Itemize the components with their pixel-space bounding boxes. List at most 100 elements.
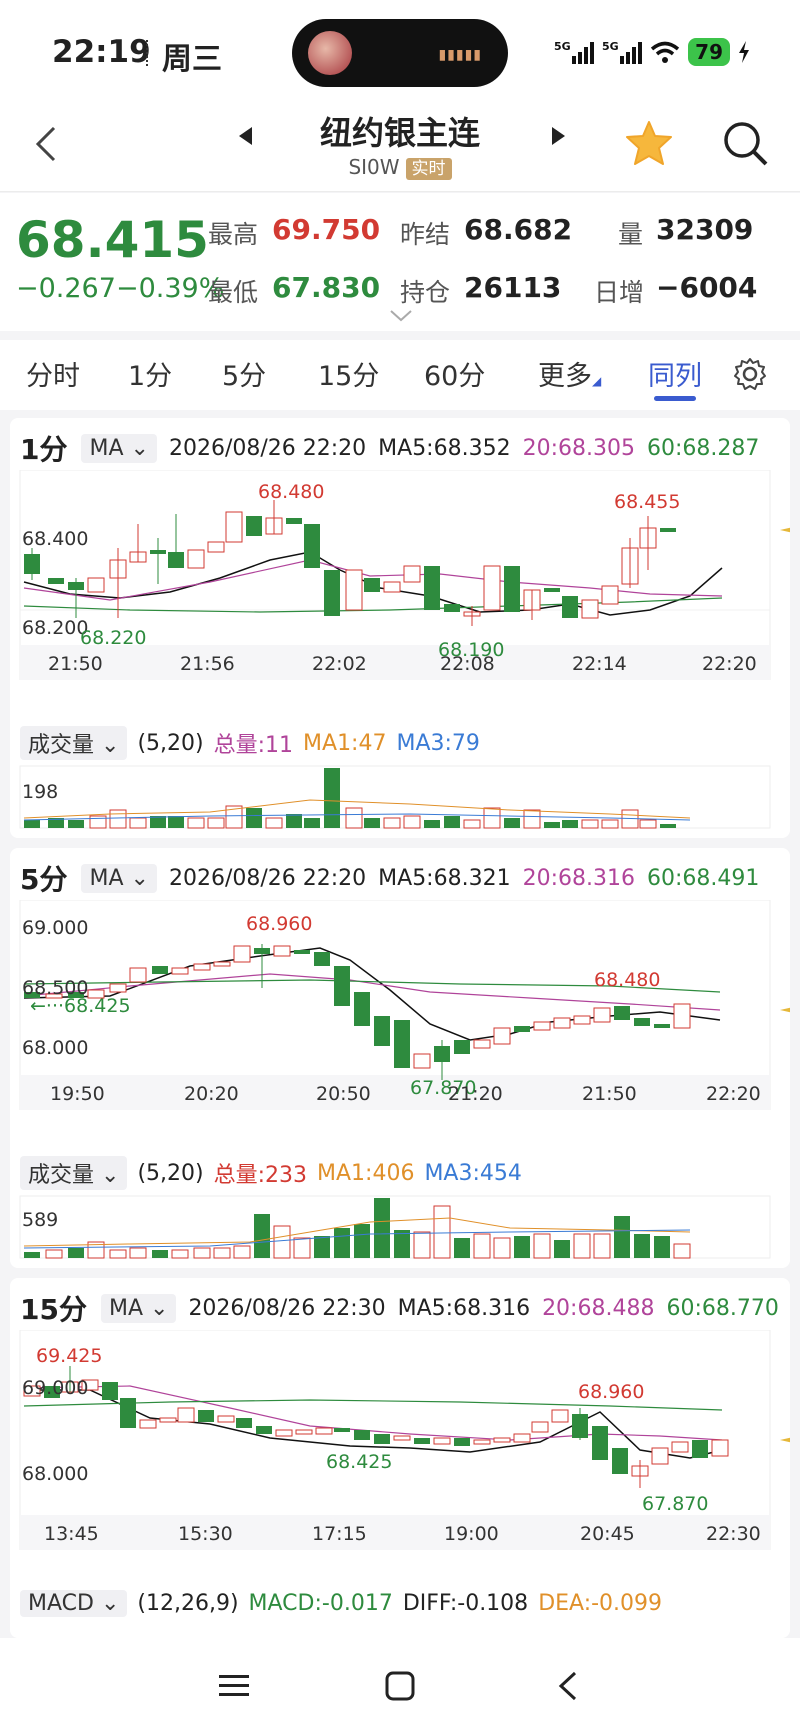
last-price: 68.415 — [16, 211, 209, 269]
tab-5min[interactable]: 5分 — [222, 354, 266, 393]
ma-dropdown[interactable]: MA ⌄ — [100, 1293, 177, 1323]
dea-value: DEA:-0.099 — [538, 1590, 663, 1616]
low-annotation-2: 67.870 — [642, 1493, 708, 1515]
charging-icon — [739, 41, 749, 63]
ma-label: MA — [89, 435, 124, 461]
chevron-down-icon: ⌄ — [101, 733, 120, 758]
chevron-down-icon: ⌄ — [130, 865, 149, 891]
x-tick: 21:56 — [180, 653, 235, 675]
page-title: 纽约银主连 — [319, 114, 480, 152]
active-tab-indicator — [654, 396, 696, 401]
macd-dropdown[interactable]: MACD ⌄ — [20, 1589, 128, 1617]
volume-dropdown[interactable]: 成交量 ⌄ — [20, 1156, 128, 1190]
ma60-value: 60:68.287 — [646, 435, 760, 461]
open-interest-label: 持仓 — [400, 278, 451, 307]
last-price-marker — [780, 527, 790, 533]
x-tick: 20:45 — [580, 1523, 635, 1545]
dynamic-island[interactable]: ▮▮▮▮▮ — [292, 19, 508, 87]
low-value: 67.830 — [272, 271, 381, 304]
ma5-value: MA5:68.321 — [378, 865, 511, 891]
tab-60min[interactable]: 60分 — [424, 354, 485, 393]
macd-label: MACD — [28, 1590, 94, 1616]
nav-back-icon[interactable] — [548, 1666, 588, 1706]
x-tick: 22:30 — [706, 1523, 761, 1545]
ma-dropdown[interactable]: MA ⌄ — [81, 433, 157, 463]
kline-chart-15min[interactable]: 69.000 68.000 69.425 68.425 68.960 67.87… — [10, 1330, 790, 1550]
ma60-value: 60:68.491 — [646, 865, 760, 891]
volume-bars — [24, 768, 676, 829]
high-value: 69.750 — [272, 213, 381, 246]
macd-params: (12,26,9) — [137, 1590, 239, 1616]
expand-chevron-icon[interactable] — [390, 307, 412, 326]
volume-header: 成交量 ⌄ (5,20) 总量:11 MA1:47 MA3:79 — [20, 726, 480, 760]
diff-value: DIFF:-0.108 — [402, 1590, 529, 1616]
volume-y-tick: 198 — [22, 781, 58, 803]
panel-title: 15分 — [20, 1293, 87, 1326]
header: 纽约银主连 SI0W 实时 — [0, 100, 800, 192]
volume-params: (5,20) — [137, 730, 204, 756]
next-arrow-icon[interactable] — [548, 122, 568, 150]
status-weekday: 周三 — [162, 42, 222, 77]
tab-15min[interactable]: 15分 — [318, 354, 379, 393]
tab-timeshare[interactable]: 分时 — [26, 354, 80, 393]
panel-header: 1分 MA ⌄ 2026/08/26 22:20 MA5:68.352 20:6… — [20, 428, 771, 468]
panel-header: 15分 MA ⌄ 2026/08/26 22:30 MA5:68.316 20:… — [20, 1288, 791, 1328]
x-tick: 21:50 — [48, 653, 103, 675]
signal-icon-2: 5G — [602, 40, 643, 64]
volume-chart-5min: 589 — [19, 1195, 771, 1259]
high-label: 最高 — [208, 220, 259, 249]
panel-title: 5分 — [20, 863, 68, 896]
low-annotation: 68.220 — [80, 627, 146, 649]
quote-summary: 68.415 −0.267 −0.39% 最高 69.750 最低 67.830… — [0, 193, 800, 331]
search-icon[interactable] — [720, 118, 770, 168]
x-tick: 21:50 — [582, 1083, 637, 1105]
price-change: −0.267 — [16, 273, 116, 304]
daily-increase-value: −6004 — [656, 271, 758, 304]
volume-ma1: MA1:47 — [303, 730, 387, 756]
island-avatar — [308, 31, 352, 75]
panel-datetime: 2026/08/26 22:20 — [168, 435, 367, 461]
low-label: 最低 — [208, 278, 259, 307]
period-tabs: 分时 1分 5分 15分 60分 更多◢ 同列 — [0, 340, 800, 410]
ma60-value: 60:68.770 — [666, 1295, 779, 1321]
y-tick: 68.000 — [22, 1463, 88, 1485]
wifi-icon — [651, 41, 680, 63]
home-icon[interactable] — [380, 1666, 420, 1706]
x-tick: 22:14 — [572, 653, 627, 675]
macd-value: MACD:-0.017 — [248, 1590, 393, 1616]
x-tick: 15:30 — [178, 1523, 233, 1545]
gear-icon[interactable] — [730, 354, 770, 394]
candles — [24, 500, 676, 626]
x-tick: 22:08 — [440, 653, 495, 675]
ma5-value: MA5:68.316 — [397, 1295, 531, 1321]
tab-1min[interactable]: 1分 — [128, 354, 172, 393]
ma5-line — [23, 947, 721, 1041]
high-annotation: 68.480 — [258, 481, 324, 503]
volume-label: 量 — [618, 220, 644, 249]
svg-text:5G: 5G — [554, 40, 571, 53]
volume-ma1: MA1:406 — [317, 1160, 415, 1186]
volume-bars — [24, 1198, 691, 1259]
volume-label: 成交量 — [28, 1163, 95, 1188]
menu-icon[interactable] — [214, 1666, 254, 1706]
chevron-down-icon: ⌄ — [150, 1295, 169, 1321]
volume-label: 成交量 — [28, 733, 95, 758]
high-annotation-2: 68.480 — [594, 969, 660, 991]
y-tick: 68.200 — [22, 617, 88, 639]
star-icon[interactable] — [624, 118, 674, 168]
signal-icon: 5G — [554, 40, 595, 64]
tab-same-list[interactable]: 同列 — [648, 354, 702, 393]
volume-dropdown[interactable]: 成交量 ⌄ — [20, 726, 128, 760]
ma-dropdown[interactable]: MA ⌄ — [81, 863, 157, 893]
macd-header: MACD ⌄ (12,26,9) MACD:-0.017 DIFF:-0.108… — [20, 1586, 662, 1620]
panel-datetime: 2026/08/26 22:20 — [168, 865, 367, 891]
status-indicators: 5G 5G 79 — [554, 38, 750, 66]
kline-chart-1min[interactable]: 68.400 68.200 68.480 68.220 68.190 68.45… — [10, 470, 790, 680]
kline-chart-5min[interactable]: 69.000 68.500 68.000 68.960 ←···68.425 6… — [10, 900, 790, 1110]
x-tick: 22:20 — [706, 1083, 761, 1105]
chart-panel-1min: 1分 MA ⌄ 2026/08/26 22:20 MA5:68.352 20:6… — [10, 418, 790, 838]
panel-header: 5分 MA ⌄ 2026/08/26 22:20 MA5:68.321 20:6… — [20, 858, 771, 898]
x-tick: 17:15 — [312, 1523, 367, 1545]
tab-more[interactable]: 更多◢ — [538, 354, 601, 393]
daily-increase-label: 日增 — [594, 278, 645, 307]
